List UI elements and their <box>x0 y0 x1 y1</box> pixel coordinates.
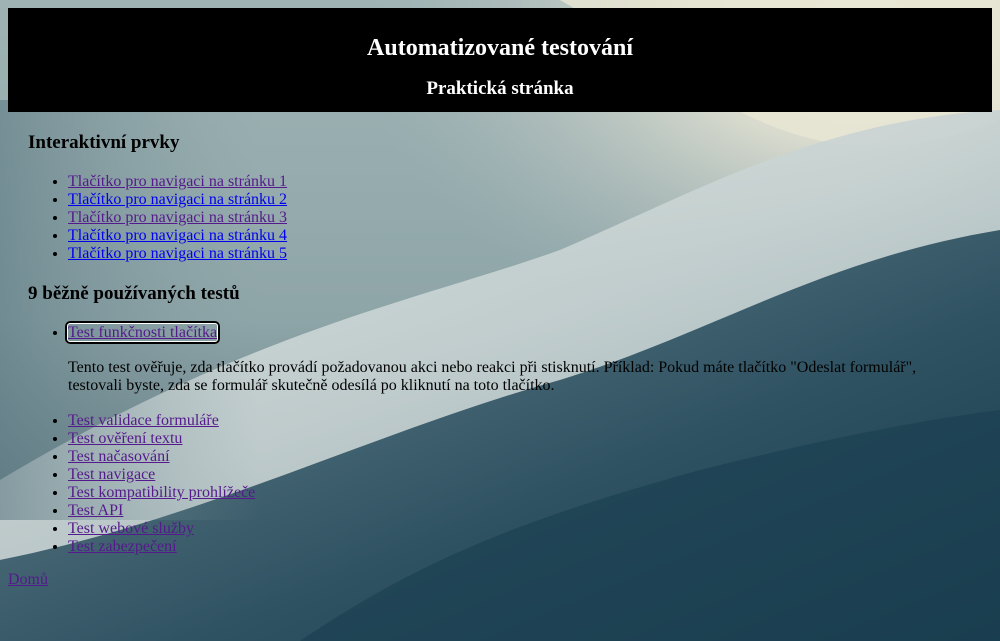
nav-link-page-3[interactable]: Tlačítko pro navigaci na stránku 3 <box>68 209 287 226</box>
test-link-form-validation[interactable]: Test validace formuláře <box>68 412 219 429</box>
list-item: Test webové služby <box>68 520 968 538</box>
list-item: Test kompatibility prohlížeče <box>68 484 968 502</box>
list-item: Test funkčnosti tlačítka <box>64 321 968 344</box>
list-item: Tlačítko pro navigaci na stránku 5 <box>68 245 968 263</box>
test-link-security[interactable]: Test zabezpečení <box>68 538 177 555</box>
list-item: Test navigace <box>68 466 968 484</box>
test-link-browser-compatibility[interactable]: Test kompatibility prohlížeče <box>68 484 255 501</box>
list-item: Tlačítko pro navigaci na stránku 4 <box>68 227 968 245</box>
list-item: Tlačítko pro navigaci na stránku 2 <box>68 191 968 209</box>
list-item: Tlačítko pro navigaci na stránku 3 <box>68 209 968 227</box>
test-description: Tento test ověřuje, zda tlačítko provádí… <box>68 359 917 394</box>
list-item: Tlačítko pro navigaci na stránku 1 <box>68 173 968 191</box>
navigation-link-list: Tlačítko pro navigaci na stránku 1 Tlačí… <box>28 173 968 263</box>
test-link-text-verification[interactable]: Test ověření textu <box>68 430 182 447</box>
page: Automatizované testování Praktická strán… <box>0 0 1000 641</box>
tests-heading: 9 běžně používaných testů <box>28 283 240 304</box>
interactive-heading: Interaktivní prvky <box>28 132 180 153</box>
list-item: Test zabezpečení <box>68 538 968 556</box>
test-link-api[interactable]: Test API <box>68 502 123 519</box>
nav-link-page-2[interactable]: Tlačítko pro navigaci na stránku 2 <box>68 191 287 208</box>
main-content: Interaktivní prvky Tlačítko pro navigaci… <box>28 131 968 556</box>
list-item: Test ověření textu <box>68 430 968 448</box>
list-item: Test načasování <box>68 448 968 466</box>
nav-link-page-5[interactable]: Tlačítko pro navigaci na stránku 5 <box>68 245 287 262</box>
test-link-navigation[interactable]: Test navigace <box>68 466 155 483</box>
test-link-web-service[interactable]: Test webové služby <box>68 520 194 537</box>
list-item: Test API <box>68 502 968 520</box>
page-title: Automatizované testování <box>367 35 633 61</box>
page-subtitle: Praktická stránka <box>426 78 574 99</box>
first-test-list: Test funkčnosti tlačítka <box>28 321 968 344</box>
page-header: Automatizované testování Praktická strán… <box>8 8 992 112</box>
test-link-timing[interactable]: Test načasování <box>68 448 170 465</box>
test-link-button-functionality[interactable]: Test funkčnosti tlačítka <box>64 321 221 344</box>
nav-link-page-1[interactable]: Tlačítko pro navigaci na stránku 1 <box>68 173 287 190</box>
list-item: Test validace formuláře <box>68 412 968 430</box>
nav-link-page-4[interactable]: Tlačítko pro navigaci na stránku 4 <box>68 227 287 244</box>
test-link-list: Test validace formuláře Test ověření tex… <box>28 412 968 556</box>
home-link[interactable]: Domů <box>8 571 48 589</box>
